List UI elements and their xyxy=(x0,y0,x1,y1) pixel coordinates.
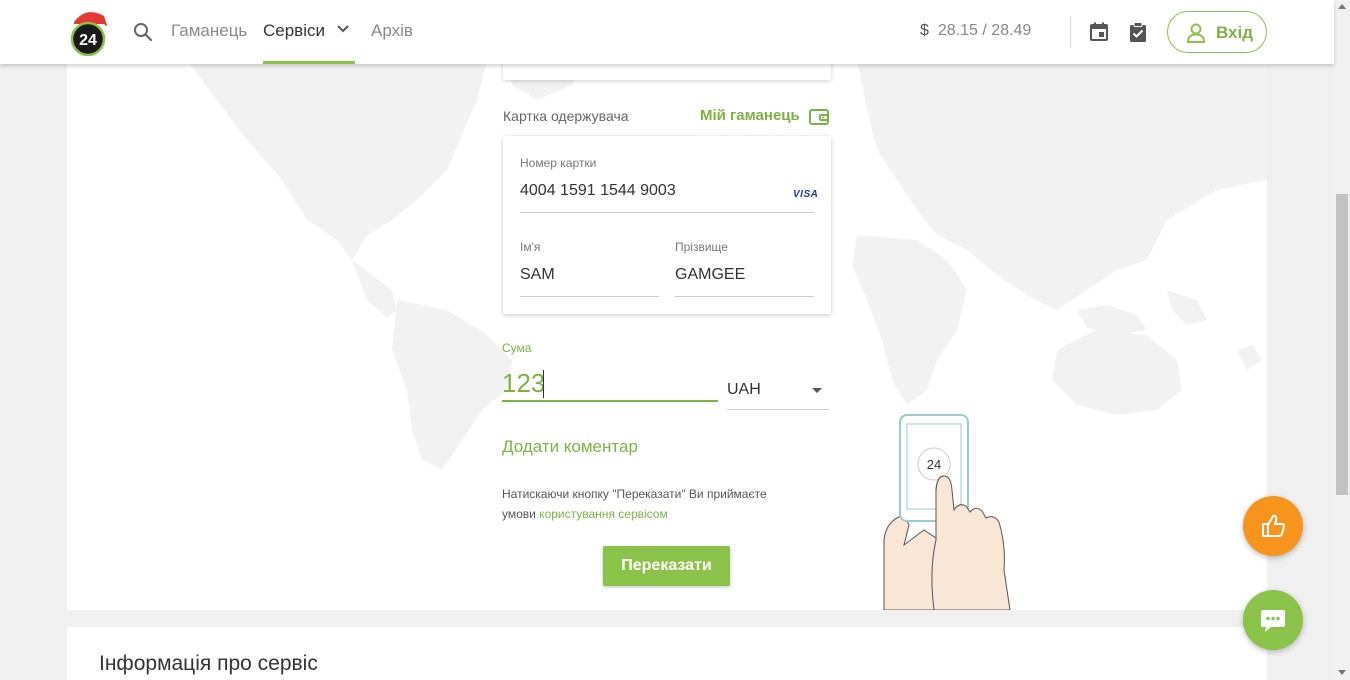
chat-icon xyxy=(1261,610,1285,632)
chevron-down-icon xyxy=(337,25,349,33)
nav-services[interactable]: Сервіси xyxy=(263,21,355,64)
exchange-rate: $28.15 / 28.49 xyxy=(920,22,1031,40)
nav-services-label: Сервіси xyxy=(263,21,325,40)
recipient-card-label: Картка одержувача xyxy=(503,108,629,124)
currency-symbol: $ xyxy=(920,22,929,39)
terms-link[interactable]: користування сервісом xyxy=(539,507,668,521)
exchange-rate-value: 28.15 / 28.49 xyxy=(937,22,1032,39)
phone-badge-text: 24 xyxy=(927,457,941,472)
search-icon[interactable] xyxy=(131,20,155,44)
amount-label: Сума xyxy=(502,341,532,355)
nav-archive[interactable]: Архів xyxy=(371,21,413,64)
currency-select[interactable]: UAH xyxy=(727,370,829,410)
transfer-button[interactable]: Переказати xyxy=(603,546,730,586)
first-name-label: Ім'я xyxy=(520,240,541,254)
transfer-panel: Картка одержувача Мій гаманець Номер кар… xyxy=(67,60,1267,610)
add-comment-link[interactable]: Додати коментар xyxy=(502,437,638,457)
feedback-like-button[interactable] xyxy=(1243,496,1303,556)
privat24-logo[interactable]: 24 xyxy=(68,8,112,56)
wallet-icon[interactable] xyxy=(809,108,829,125)
card-number-label: Номер картки xyxy=(520,156,597,170)
card-number-underline xyxy=(520,212,814,213)
last-name-input[interactable] xyxy=(675,266,813,284)
my-wallet-link[interactable]: Мій гаманець xyxy=(700,107,800,124)
chat-button[interactable] xyxy=(1243,590,1303,650)
dropdown-arrow-icon xyxy=(812,388,822,393)
user-icon xyxy=(1186,23,1206,43)
logo-text: 24 xyxy=(79,32,97,49)
last-name-label: Прізвище xyxy=(675,240,728,254)
phone-hands-illustration: 24 xyxy=(883,414,1011,610)
page-scrollbar[interactable] xyxy=(1334,0,1350,680)
currency-value: UAH xyxy=(727,381,761,398)
clipboard-check-icon[interactable] xyxy=(1129,22,1147,42)
first-name-underline xyxy=(520,296,659,297)
service-info-section: Інформація про сервіс xyxy=(67,627,1267,680)
scroll-down-arrow[interactable] xyxy=(1338,670,1346,675)
last-name-underline xyxy=(675,296,814,297)
service-info-title: Інформація про сервіс xyxy=(99,652,318,675)
visa-logo-icon: VISA xyxy=(793,189,819,200)
recipient-card: Номер картки VISA Ім'я Прізвище xyxy=(503,136,831,314)
card-number-input[interactable] xyxy=(520,182,780,200)
amount-input[interactable] xyxy=(502,366,718,402)
divider xyxy=(1070,16,1071,48)
text-cursor xyxy=(543,370,544,398)
calendar-icon[interactable] xyxy=(1089,22,1109,42)
nav-wallet[interactable]: Гаманець xyxy=(171,21,247,64)
scroll-up-arrow[interactable] xyxy=(1338,4,1346,9)
first-name-input[interactable] xyxy=(520,266,658,284)
thumbs-up-icon xyxy=(1262,514,1285,537)
login-button[interactable]: Вхід xyxy=(1167,11,1267,53)
terms-notice: Натискаючи кнопку "Переказати" Ви прийма… xyxy=(502,484,802,524)
login-label: Вхід xyxy=(1216,23,1254,42)
top-navigation-bar: 24 Гаманець Сервіси Архів $28.15 / 28.49… xyxy=(0,0,1334,64)
scroll-thumb[interactable] xyxy=(1336,194,1348,495)
